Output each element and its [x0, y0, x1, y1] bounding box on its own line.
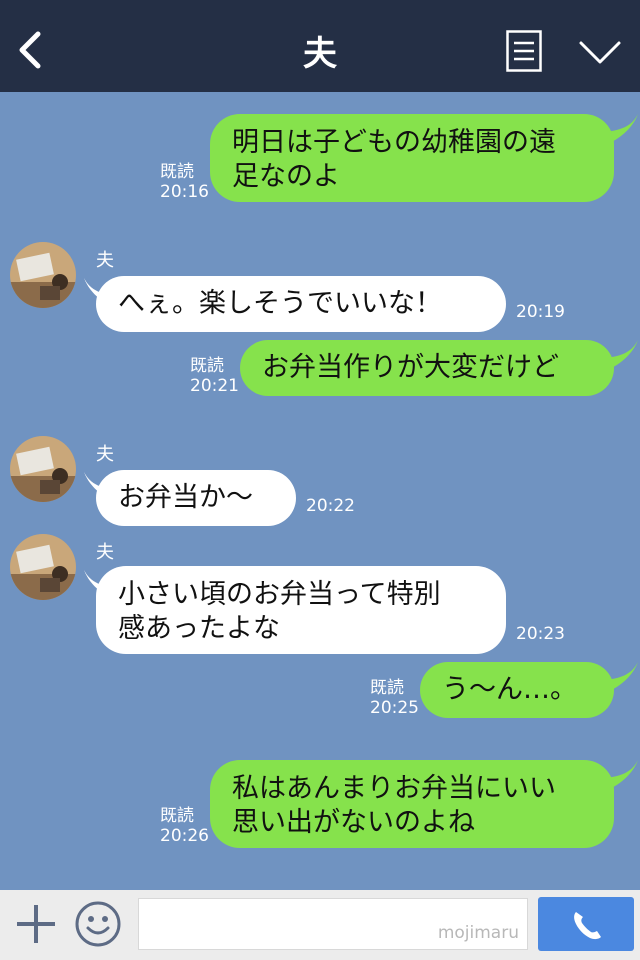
- message-text-line: 私はあんまりお弁当にいい: [232, 773, 556, 804]
- read-receipt: 既読: [190, 356, 224, 376]
- message-input[interactable]: mojimaru: [138, 898, 528, 950]
- avatar-photo-icon: [10, 242, 76, 308]
- avatar[interactable]: [10, 436, 76, 502]
- message-text-line: お弁当か〜: [118, 482, 253, 513]
- avatar[interactable]: [10, 534, 76, 600]
- read-receipt: 既読: [160, 806, 194, 826]
- incoming-message-bubble[interactable]: お弁当か〜: [96, 470, 296, 526]
- message-meta: 既読 20:25: [370, 678, 419, 718]
- message-text-line: 小さい頃のお弁当って特別: [118, 579, 441, 610]
- plus-icon[interactable]: [14, 902, 58, 946]
- message-time: 20:22: [306, 496, 355, 516]
- chat-header: 夫: [0, 0, 640, 92]
- message-time: 20:16: [160, 182, 209, 202]
- outgoing-message-bubble[interactable]: 私はあんまりお弁当にいい 思い出がないのよね: [210, 760, 614, 848]
- message-text-line: 思い出がないのよね: [232, 807, 475, 838]
- call-button[interactable]: [538, 897, 634, 951]
- read-receipt: 既読: [160, 162, 194, 182]
- message-text-line: お弁当作りが大変だけど: [262, 352, 559, 383]
- message-meta: 既読 20:26: [160, 806, 209, 846]
- message-text-line: 明日は子どもの幼稚園の遠: [232, 127, 556, 158]
- incoming-message-bubble[interactable]: へぇ。楽しそうでいいな！: [96, 276, 506, 332]
- message-time: 20:26: [160, 826, 209, 846]
- outgoing-message-bubble[interactable]: 明日は子どもの幼稚園の遠 足なのよ: [210, 114, 614, 202]
- message-meta: 既読 20:21: [190, 356, 239, 396]
- read-receipt: 既読: [370, 678, 404, 698]
- message-text-line: へぇ。楽しそうでいいな！: [118, 288, 442, 319]
- message-meta: 既読 20:16: [160, 162, 209, 202]
- menu-icon[interactable]: [506, 30, 542, 72]
- watermark: mojimaru: [437, 923, 519, 943]
- message-time: 20:21: [190, 376, 239, 396]
- message-text-line: う〜ん…。: [442, 674, 577, 705]
- sender-name: 夫: [96, 250, 114, 271]
- back-icon[interactable]: [14, 30, 44, 70]
- incoming-message-bubble[interactable]: 小さい頃のお弁当って特別 感あったよな: [96, 566, 506, 654]
- message-time: 20:23: [516, 624, 565, 644]
- message-text-line: 感あったよな: [118, 613, 280, 644]
- avatar-photo-icon: [10, 534, 76, 600]
- avatar[interactable]: [10, 242, 76, 308]
- message-text-line: 足なのよ: [232, 161, 340, 192]
- phone-icon: [574, 912, 601, 940]
- sender-name: 夫: [96, 444, 114, 465]
- message-time: 20:19: [516, 302, 565, 322]
- outgoing-message-bubble[interactable]: う〜ん…。: [420, 662, 614, 718]
- smiley-icon[interactable]: [74, 900, 122, 948]
- outgoing-message-bubble[interactable]: お弁当作りが大変だけど: [240, 340, 614, 396]
- sender-name: 夫: [96, 542, 114, 563]
- chevron-down-icon[interactable]: [578, 38, 622, 68]
- chat-title: 夫: [303, 34, 337, 74]
- message-time: 20:25: [370, 698, 419, 718]
- avatar-photo-icon: [10, 436, 76, 502]
